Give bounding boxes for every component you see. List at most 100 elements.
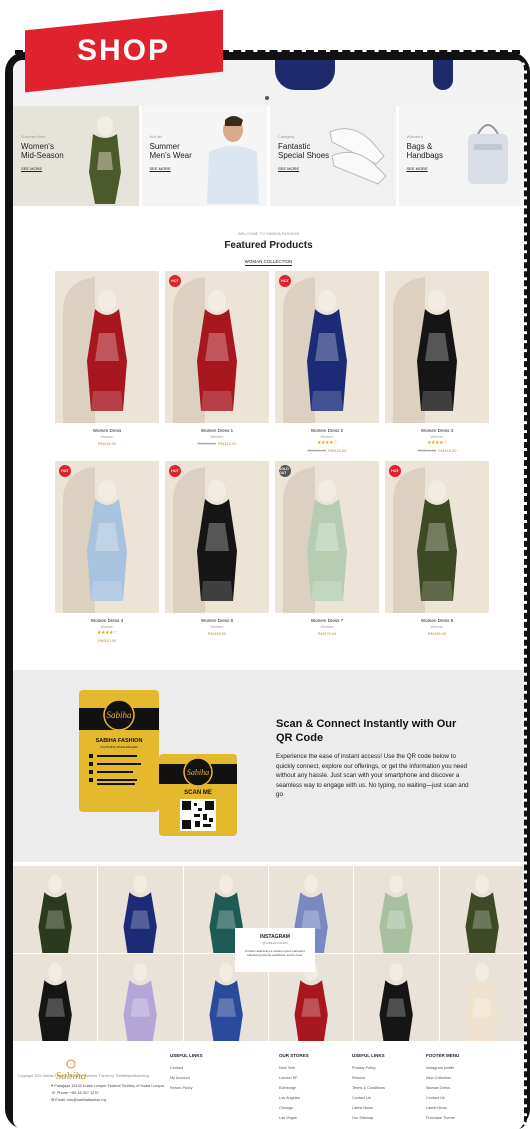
footer-heading: USEFUL LINKS [170, 1053, 203, 1058]
product-name[interactable]: Women Dress 8 [385, 618, 489, 623]
category-banner-shoes[interactable]: Category Fantastic Special Shoes SEE MORE [270, 106, 396, 206]
product-card[interactable]: Women Dress 3 Women ★★★★☆ RM510.00 RM415.… [385, 271, 489, 461]
instagram-photo[interactable] [439, 954, 524, 1041]
product-card[interactable]: HOT Women Dress 1 Women RM510.00 RM415.00 [165, 271, 269, 461]
product-name[interactable]: Women Dress 4 [55, 618, 159, 623]
footer-email: ✉ Email: info@sabihafashion.my [51, 1098, 107, 1102]
product-rating: ★★★★☆ [427, 440, 447, 446]
instagram-photo[interactable] [439, 866, 524, 953]
shop-tag-label: SHOP [77, 34, 171, 67]
product-price: RM415.00 [97, 441, 117, 446]
footer-link[interactable]: Latest News [426, 1103, 459, 1113]
product-category[interactable]: Women [55, 435, 159, 439]
product-category[interactable]: Women [385, 435, 489, 439]
device-frame: Summer New Women's Mid-Season SEE MORE Ho… [5, 50, 530, 1129]
card-brand-2: Sabiha [187, 768, 209, 777]
product-name[interactable]: Women Dress 7 [275, 618, 379, 623]
see-more-link[interactable]: SEE MORE [407, 166, 428, 171]
product-image[interactable] [55, 271, 159, 423]
product-card[interactable]: HOT Women Dress 8 Women RM438.00 [385, 461, 489, 651]
banner-model-image [207, 116, 259, 204]
qr-section: Sabiha SABIHA FASHION CLOTHING WHOLESALE… [13, 670, 524, 862]
instagram-photo[interactable] [13, 954, 98, 1041]
product-card[interactable]: HOT Women Dress 2 Women ★★★★☆ RM510.00 RM… [275, 271, 379, 461]
product-model-illustration [173, 467, 237, 613]
product-price: RM510.00 RM415.00 [307, 448, 347, 453]
footer-link[interactable]: Contact Us [426, 1093, 459, 1103]
product-badge: HOT [169, 275, 181, 287]
footer-link[interactable]: Contact Us [352, 1093, 385, 1103]
product-card[interactable]: Women Dress Women RM415.00 [55, 271, 159, 461]
instagram-title: INSTAGRAM [260, 934, 290, 940]
card-sub: CLOTHING WHOLESALER [100, 745, 138, 749]
footer-link[interactable]: Chicago [279, 1103, 309, 1113]
browser-viewport: Summer New Women's Mid-Season SEE MORE Ho… [13, 60, 527, 1129]
footer-link[interactable]: Las Vegas [279, 1113, 309, 1123]
product-price: RM510.00 RM415.00 [417, 448, 457, 453]
banner-shoes-image [328, 128, 387, 185]
banner-subtitle: Summer New [21, 134, 46, 139]
product-image[interactable]: HOT [165, 461, 269, 613]
hero-model-image [275, 60, 335, 90]
see-more-link[interactable]: SEE MORE [150, 166, 171, 171]
product-badge: SOLD OUT [279, 465, 291, 477]
tab-woman-collection[interactable]: WOMAN COLLECTION [13, 259, 524, 266]
footer-link[interactable]: Los Angeles [279, 1093, 309, 1103]
product-category[interactable]: Women [165, 625, 269, 629]
category-banner-women[interactable]: Summer New Women's Mid-Season SEE MORE [13, 106, 139, 206]
welcome-text: WELCOME TO SABIHA FASHION [237, 231, 300, 236]
product-rating: ★★★★☆ [97, 630, 117, 636]
product-card[interactable]: SOLD OUT Women Dress 7 Women RM373.00 [275, 461, 379, 651]
product-badge: HOT [279, 275, 291, 287]
featured-title: Featured Products [224, 240, 313, 251]
product-name[interactable]: Women Dress 6 [165, 618, 269, 623]
banner-title: Fantastic Special Shoes [278, 142, 330, 160]
product-image[interactable]: HOT [55, 461, 159, 613]
product-image[interactable]: HOT [165, 271, 269, 423]
instagram-photo[interactable] [354, 954, 439, 1041]
product-card[interactable]: HOT Women Dress 4 Women ★★★★☆ RM510.00 [55, 461, 159, 651]
product-name[interactable]: Women Dress [55, 428, 159, 433]
product-model-illustration [393, 277, 457, 423]
instagram-label-box[interactable]: INSTAGRAM @SABIHAFASHION Porttitor adipi… [235, 928, 315, 972]
banner-title: Summer Men's Wear [149, 142, 192, 160]
product-category[interactable]: Women [385, 625, 489, 629]
see-more-link[interactable]: SEE MORE [278, 166, 299, 171]
product-card[interactable]: HOT Women Dress 6 Women RM415.00 [165, 461, 269, 651]
banner-subtitle: Hot list [149, 134, 162, 139]
product-badge: HOT [389, 465, 401, 477]
product-model-illustration [283, 467, 347, 613]
product-image[interactable] [385, 271, 489, 423]
instagram-photo[interactable] [98, 954, 183, 1041]
product-category[interactable]: Women [165, 435, 269, 439]
instagram-desc: Porttitor adipiscing a volutus luctus pa… [245, 949, 305, 957]
instagram-photo[interactable] [98, 866, 183, 953]
instagram-photo[interactable] [354, 866, 439, 953]
instagram-handle: @SABIHAFASHION [262, 941, 288, 945]
product-image[interactable]: SOLD OUT [275, 461, 379, 613]
category-banners: Summer New Women's Mid-Season SEE MORE Ho… [13, 106, 524, 206]
banner-title: Women's Mid-Season [21, 142, 64, 160]
footer-link[interactable]: Latest News [352, 1103, 385, 1113]
instagram-photo[interactable] [13, 866, 98, 953]
product-model-illustration [283, 277, 347, 423]
slider-dot[interactable] [265, 96, 269, 100]
card-name: SABIHA FASHION [96, 738, 143, 744]
category-banner-bags[interactable]: Women's Bags & Handbags SEE MORE [398, 106, 524, 206]
see-more-link[interactable]: SEE MORE [21, 166, 42, 171]
product-price: RM510.00 [97, 638, 117, 643]
product-category[interactable]: Women [275, 435, 379, 439]
product-image[interactable]: HOT [385, 461, 489, 613]
footer-link[interactable]: Purchase Theme [426, 1113, 459, 1123]
product-category[interactable]: Women [55, 625, 159, 629]
product-name[interactable]: Women Dress 2 [275, 428, 379, 433]
scan-me-label: SCAN ME [184, 790, 212, 796]
footer-link[interactable]: Our Sitemap [352, 1113, 385, 1123]
product-name[interactable]: Women Dress 1 [165, 428, 269, 433]
product-image[interactable]: HOT [275, 271, 379, 423]
product-name[interactable]: Women Dress 3 [385, 428, 489, 433]
product-category[interactable]: Women [275, 625, 379, 629]
category-banner-men[interactable]: Hot list Summer Men's Wear SEE MORE [141, 106, 267, 206]
card-brand: Sabiha [106, 710, 132, 720]
banner-subtitle: Category [278, 134, 295, 139]
